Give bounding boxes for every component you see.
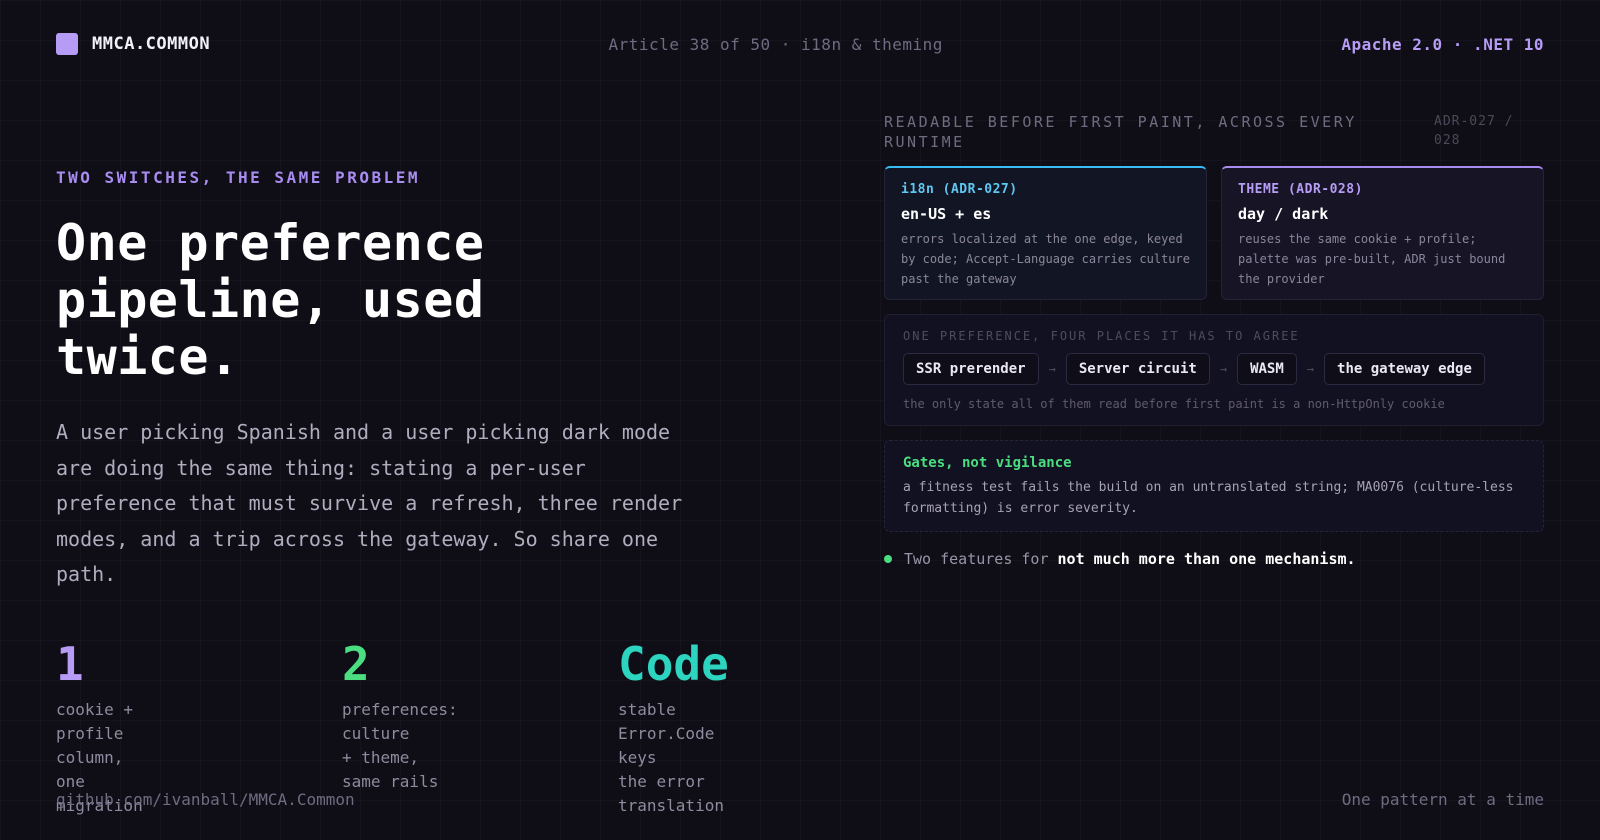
summary-emphasis: not much more than one mechanism. xyxy=(1057,550,1356,568)
stat-caption: stable Error.Code keys the error transla… xyxy=(618,700,724,815)
stat-preferences: 2 preferences: culture + theme, same rai… xyxy=(342,636,458,794)
bullet-dot-icon xyxy=(884,555,892,563)
header: MMCA.COMMON Article 38 of 50 · i18n & th… xyxy=(56,30,1544,58)
lede-paragraph: A user picking Spanish and a user pickin… xyxy=(56,420,683,586)
card-label: THEME (ADR-028) xyxy=(1238,182,1363,197)
arrow-right-icon: → xyxy=(1048,362,1056,376)
panel-header: READABLE BEFORE FIRST PAINT, ACROSS EVER… xyxy=(884,112,1544,166)
flow-steps: SSR prerender → Server circuit → WASM → … xyxy=(903,353,1525,385)
adr-reference: ADR-027 / 028 xyxy=(1434,114,1514,148)
card-label: i18n (ADR-027) xyxy=(901,182,1018,197)
license-badge: Apache 2.0 · .NET 10 xyxy=(1341,34,1544,54)
summary-text: Two features for xyxy=(904,550,1049,568)
article-counter: Article 38 of 50 · i18n & theming xyxy=(608,34,943,54)
flow-title: ONE PREFERENCE, FOUR PLACES IT HAS TO AG… xyxy=(903,329,1300,343)
panel-title: READABLE BEFORE FIRST PAINT, ACROSS EVER… xyxy=(884,113,1357,151)
stat-caption: preferences: culture + theme, same rails xyxy=(342,700,458,791)
footer-tagline: One pattern at a time xyxy=(1341,790,1544,809)
stat-error-code: Code stable Error.Code keys the error tr… xyxy=(618,636,729,818)
arrow-right-icon: → xyxy=(1219,362,1228,376)
card-description: errors localized at the one edge, keyed … xyxy=(901,232,1190,286)
flow-step-ssr: SSR prerender xyxy=(903,353,1039,385)
feature-cards: i18n (ADR-027) en-US + es errors localiz… xyxy=(884,166,1544,300)
i18n-card: i18n (ADR-027) en-US + es errors localiz… xyxy=(884,166,1207,300)
arrow-right-icon: → xyxy=(1306,362,1315,376)
repo-link[interactable]: github.com/ivanball/MMCA.Common xyxy=(56,790,355,809)
theme-card: THEME (ADR-028) day / dark reuses the sa… xyxy=(1221,166,1544,300)
brand[interactable]: MMCA.COMMON xyxy=(56,33,210,55)
stat-value: 2 xyxy=(342,637,370,691)
gates-title: Gates, not vigilance xyxy=(903,455,1072,471)
page-title: One preference pipeline, used twice. xyxy=(56,214,485,386)
gates-callout: Gates, not vigilance a fitness test fail… xyxy=(884,440,1544,532)
gates-description: a fitness test fails the build on an unt… xyxy=(903,480,1514,516)
card-title: en-US + es xyxy=(901,205,992,223)
brand-logo-icon xyxy=(56,33,78,55)
card-description: reuses the same cookie + profile; palett… xyxy=(1238,232,1506,286)
stat-value: 1 xyxy=(56,637,84,691)
flow-step-gateway: the gateway edge xyxy=(1324,353,1485,385)
brand-name: MMCA.COMMON xyxy=(92,34,211,54)
eyebrow: TWO SWITCHES, THE SAME PROBLEM xyxy=(56,168,420,187)
preference-panel: READABLE BEFORE FIRST PAINT, ACROSS EVER… xyxy=(884,112,1544,568)
flow-step-wasm: WASM xyxy=(1237,353,1297,385)
flow-note: the only state all of them read before f… xyxy=(903,397,1445,411)
flow-step-server: Server circuit xyxy=(1065,353,1210,385)
summary-content: Two features for not much more than one … xyxy=(904,550,1356,568)
card-title: day / dark xyxy=(1238,205,1329,223)
preference-flow: ONE PREFERENCE, FOUR PLACES IT HAS TO AG… xyxy=(884,314,1544,426)
summary-line: Two features for not much more than one … xyxy=(884,550,1544,568)
stat-value: Code xyxy=(618,637,729,691)
